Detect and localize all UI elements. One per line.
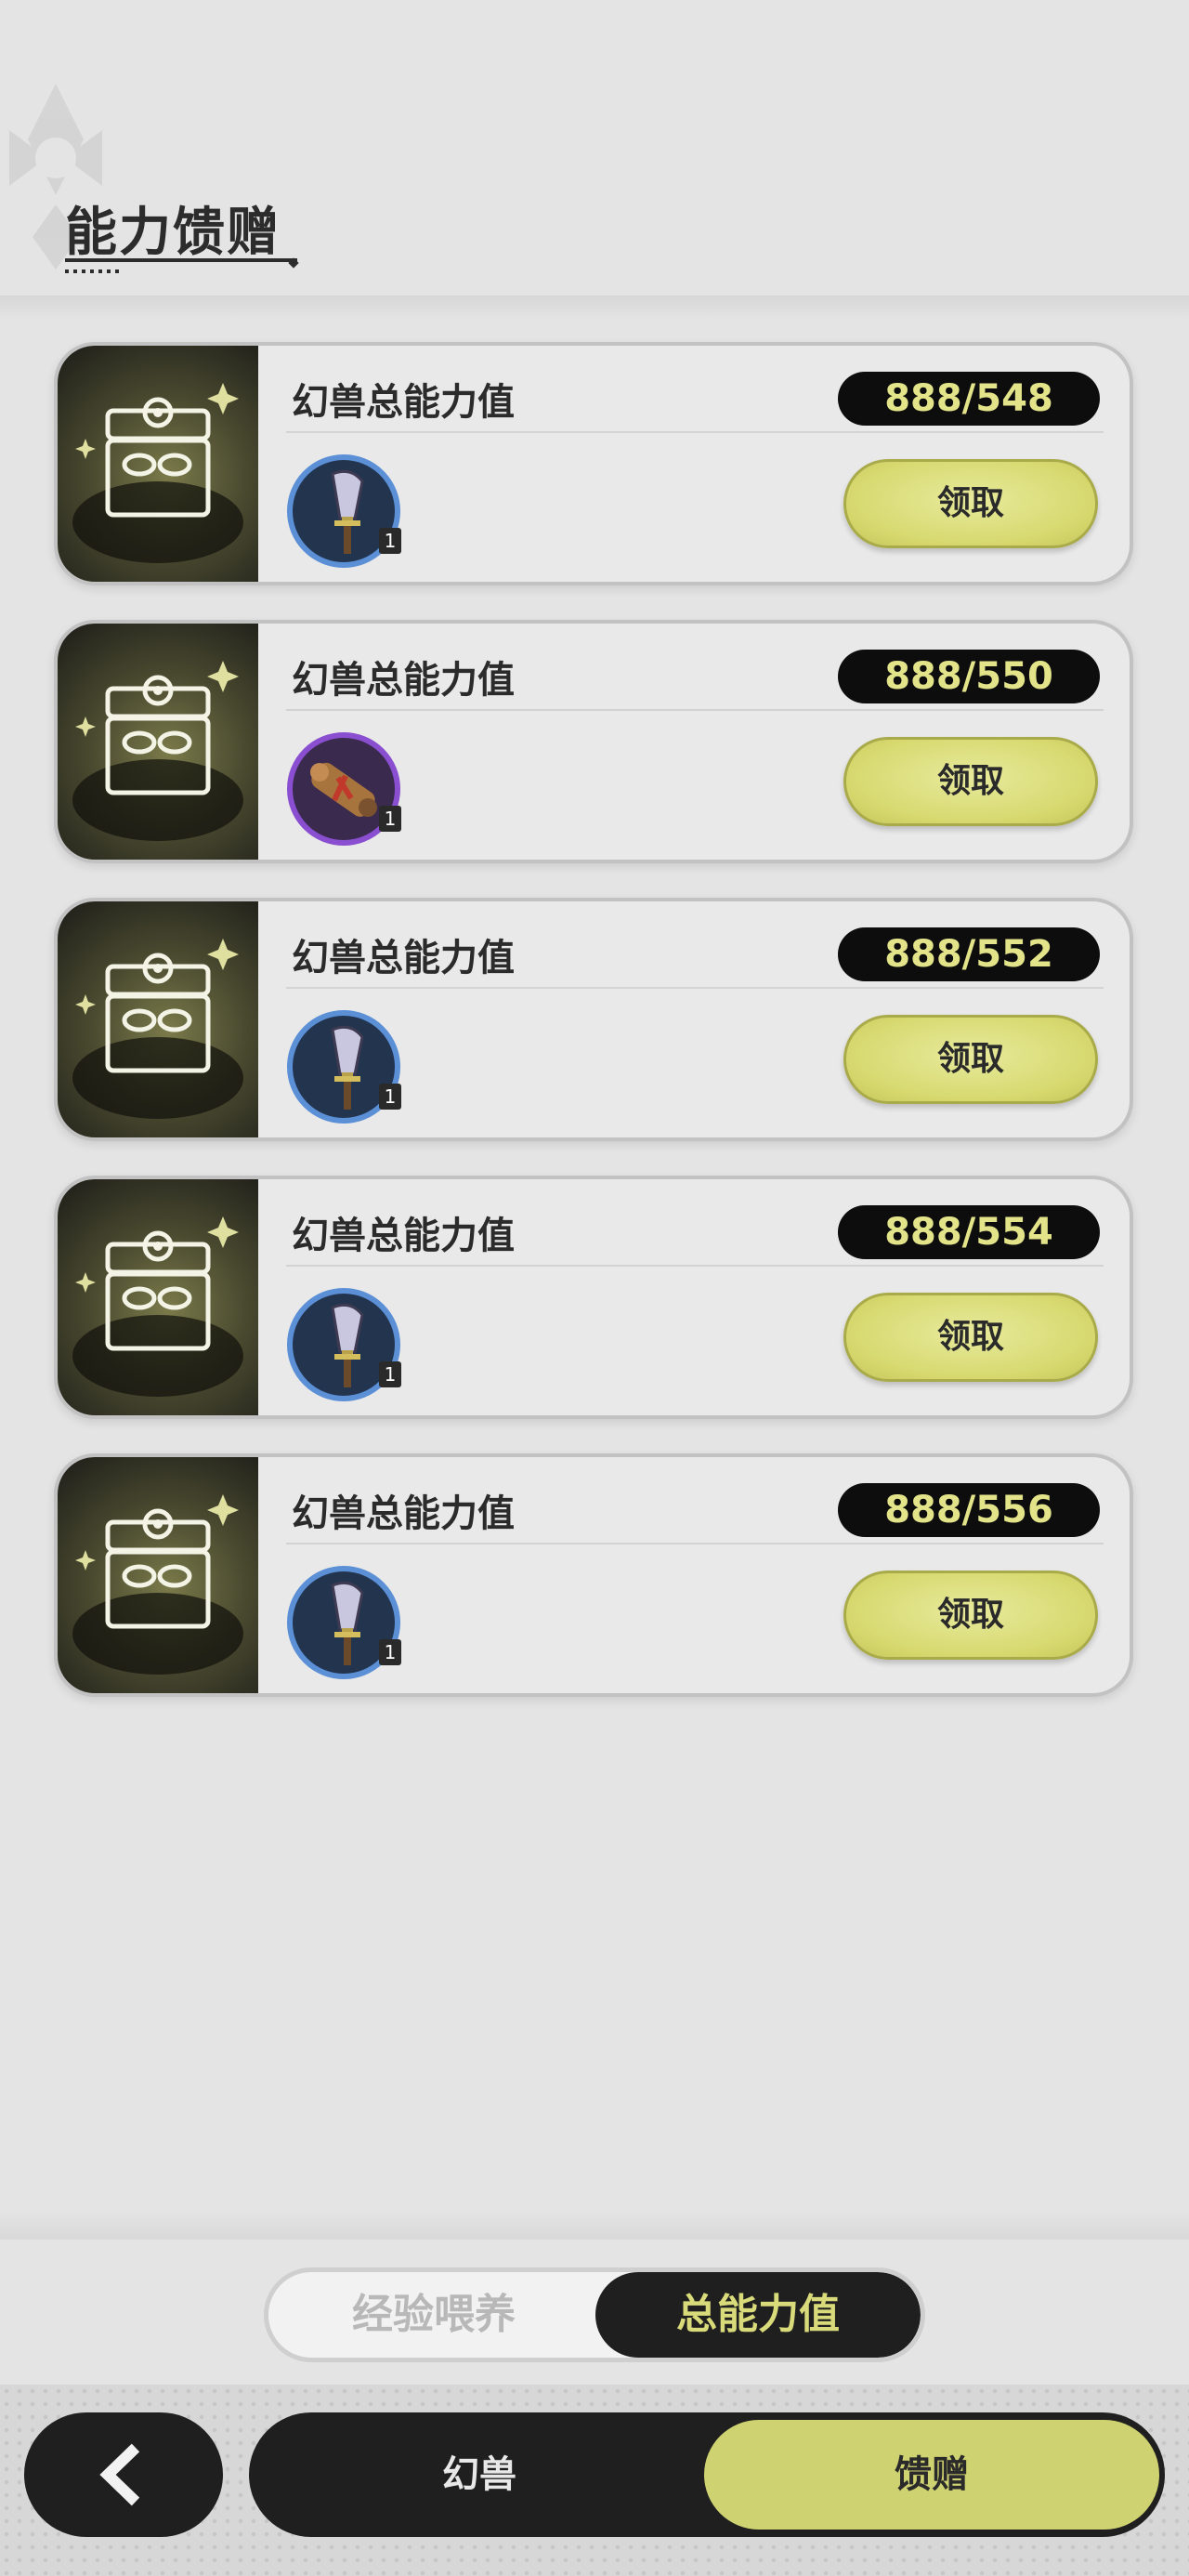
- card-title: 幻兽总能力值: [292, 937, 515, 979]
- progress-badge: 888/552: [838, 927, 1100, 981]
- tab-total-ability[interactable]: 总能力值: [595, 2272, 921, 2358]
- treasure-chest-icon: [72, 1494, 243, 1675]
- claim-button[interactable]: 领取: [843, 737, 1098, 826]
- claim-button[interactable]: 领取: [843, 459, 1098, 548]
- page-title: 能力馈赠: [65, 203, 281, 263]
- card-divider: [286, 1265, 1104, 1267]
- item-count: 1: [379, 806, 401, 832]
- card-divider: [286, 987, 1104, 989]
- reward-card: 幻兽总能力值 888/548 1 领取: [54, 342, 1133, 585]
- nav-tab-gift[interactable]: 馈赠: [704, 2420, 1159, 2530]
- treasure-chest-icon: [72, 939, 243, 1119]
- progress-badge: 888/556: [838, 1483, 1100, 1537]
- progress-badge: 888/548: [838, 372, 1100, 426]
- segment-tabs: 经验喂养 总能力值: [264, 2267, 925, 2362]
- item-count: 1: [379, 1639, 401, 1665]
- claim-button[interactable]: 领取: [843, 1571, 1098, 1660]
- progress-badge: 888/554: [838, 1205, 1100, 1259]
- back-button[interactable]: [24, 2412, 223, 2537]
- card-divider: [286, 709, 1104, 711]
- card-title: 幻兽总能力值: [292, 1215, 515, 1257]
- title-dots: [65, 269, 119, 273]
- treasure-chest-icon: [72, 1216, 243, 1397]
- tab-exp-feeding[interactable]: 经验喂养: [268, 2272, 599, 2358]
- reward-chest-panel: [58, 1457, 258, 1693]
- card-title: 幻兽总能力值: [292, 1492, 515, 1535]
- item-count: 1: [379, 528, 401, 554]
- reward-chest-panel: [58, 901, 258, 1137]
- reward-card: 幻兽总能力值 888/554 1 领取: [54, 1176, 1133, 1419]
- nav-tab-beast[interactable]: 幻兽: [249, 2412, 710, 2537]
- bottom-shade: [0, 2212, 1189, 2240]
- header-shade: [0, 296, 1189, 320]
- treasure-chest-icon: [72, 661, 243, 841]
- claim-button[interactable]: 领取: [843, 1015, 1098, 1104]
- reward-chest-panel: [58, 1179, 258, 1415]
- progress-badge: 888/550: [838, 650, 1100, 703]
- reward-chest-panel: [58, 624, 258, 860]
- reward-card: 幻兽总能力值 888/550 1 领取: [54, 620, 1133, 863]
- item-count: 1: [379, 1084, 401, 1110]
- reward-card: 幻兽总能力值 888/556 1 领取: [54, 1453, 1133, 1697]
- reward-chest-panel: [58, 346, 258, 582]
- item-count: 1: [379, 1361, 401, 1387]
- bottom-nav: 幻兽 馈赠: [249, 2412, 1165, 2537]
- title-underline: [65, 258, 297, 262]
- treasure-chest-icon: [72, 383, 243, 563]
- card-divider: [286, 1543, 1104, 1544]
- card-title: 幻兽总能力值: [292, 381, 515, 424]
- chevron-left-icon: [99, 2443, 140, 2506]
- card-title: 幻兽总能力值: [292, 659, 515, 702]
- card-divider: [286, 431, 1104, 433]
- claim-button[interactable]: 领取: [843, 1293, 1098, 1382]
- reward-card: 幻兽总能力值 888/552 1 领取: [54, 898, 1133, 1141]
